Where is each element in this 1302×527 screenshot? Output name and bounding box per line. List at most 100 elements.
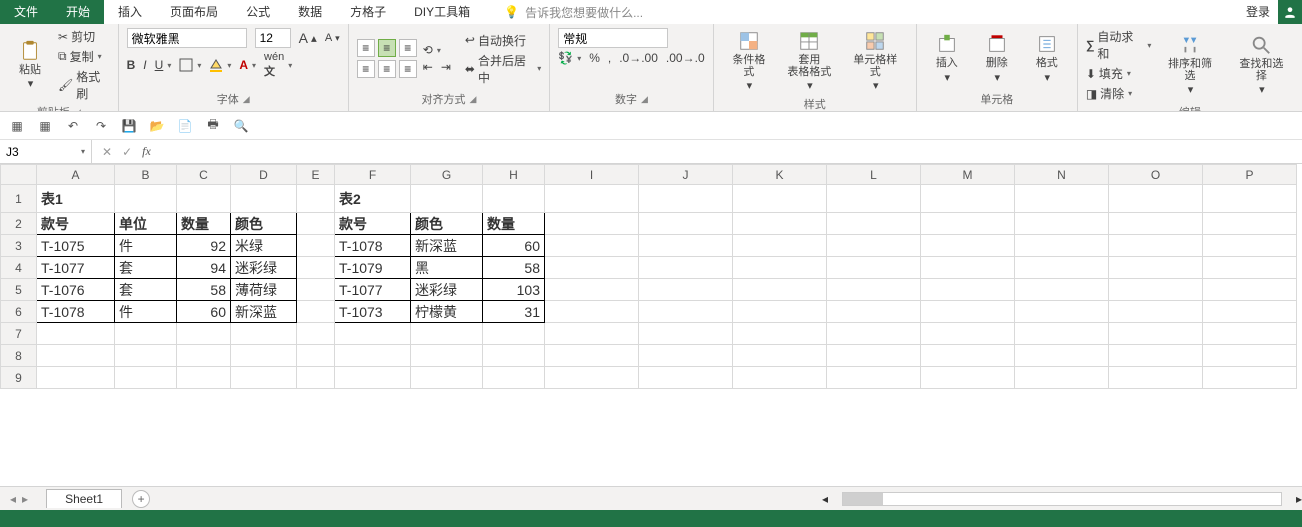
cell-F9[interactable] xyxy=(335,367,411,389)
cell-G4[interactable]: 黑 xyxy=(411,257,483,279)
cell-A8[interactable] xyxy=(37,345,115,367)
cell-I6[interactable] xyxy=(545,301,639,323)
cell-I8[interactable] xyxy=(545,345,639,367)
qat-preview-button[interactable]: 🔍 xyxy=(232,117,250,135)
format-painter-button[interactable]: 🖌格式刷 xyxy=(58,68,110,102)
cell-B6[interactable]: 件 xyxy=(115,301,177,323)
cell-J8[interactable] xyxy=(639,345,733,367)
cell-I9[interactable] xyxy=(545,367,639,389)
scroll-left-icon[interactable]: ◂ xyxy=(822,492,828,506)
decrease-decimal-button[interactable]: .00→.0 xyxy=(666,51,705,65)
cell-C5[interactable]: 58 xyxy=(177,279,231,301)
format-as-table-button[interactable]: 套用 表格格式▾ xyxy=(782,28,837,94)
cell-K9[interactable] xyxy=(733,367,827,389)
delete-cells-button[interactable]: 删除▾ xyxy=(975,31,1019,85)
col-header-E[interactable]: E xyxy=(297,165,335,185)
row-header-6[interactable]: 6 xyxy=(1,301,37,323)
cell-H4[interactable]: 58 xyxy=(483,257,545,279)
col-header-I[interactable]: I xyxy=(545,165,639,185)
col-header-D[interactable]: D xyxy=(231,165,297,185)
worksheet-grid[interactable]: ABCDEFGHIJKLMNOP1表1表22款号单位数量颜色款号颜色数量3T-1… xyxy=(0,164,1302,486)
tab-nav-last-icon[interactable]: ▸ xyxy=(22,492,28,506)
cell-A5[interactable]: T-1076 xyxy=(37,279,115,301)
cell-F5[interactable]: T-1077 xyxy=(335,279,411,301)
cell-L6[interactable] xyxy=(827,301,921,323)
col-header-J[interactable]: J xyxy=(639,165,733,185)
cell-K1[interactable] xyxy=(733,185,827,213)
cell-O8[interactable] xyxy=(1109,345,1203,367)
cell-B7[interactable] xyxy=(115,323,177,345)
cell-B9[interactable] xyxy=(115,367,177,389)
cell-D1[interactable] xyxy=(231,185,297,213)
sheet-tab-active[interactable]: Sheet1 xyxy=(46,489,122,508)
cell-J7[interactable] xyxy=(639,323,733,345)
cell-L2[interactable] xyxy=(827,213,921,235)
cell-F8[interactable] xyxy=(335,345,411,367)
col-header-M[interactable]: M xyxy=(921,165,1015,185)
paste-button[interactable]: 粘贴▾ xyxy=(8,38,52,92)
cell-L7[interactable] xyxy=(827,323,921,345)
cell-M6[interactable] xyxy=(921,301,1015,323)
cell-J9[interactable] xyxy=(639,367,733,389)
border-button[interactable]: ▾ xyxy=(179,58,201,72)
cell-E5[interactable] xyxy=(297,279,335,301)
cell-I1[interactable] xyxy=(545,185,639,213)
cell-A3[interactable]: T-1075 xyxy=(37,235,115,257)
cell-L8[interactable] xyxy=(827,345,921,367)
cell-J2[interactable] xyxy=(639,213,733,235)
cell-M1[interactable] xyxy=(921,185,1015,213)
row-header-9[interactable]: 9 xyxy=(1,367,37,389)
cell-D4[interactable]: 迷彩绿 xyxy=(231,257,297,279)
cell-F7[interactable] xyxy=(335,323,411,345)
cell-E6[interactable] xyxy=(297,301,335,323)
cell-K6[interactable] xyxy=(733,301,827,323)
cell-D2[interactable]: 颜色 xyxy=(231,213,297,235)
user-avatar-icon[interactable] xyxy=(1278,0,1302,24)
cell-O9[interactable] xyxy=(1109,367,1203,389)
formula-input[interactable] xyxy=(161,140,1302,163)
font-name-select[interactable] xyxy=(127,28,247,48)
percent-button[interactable]: % xyxy=(589,51,600,65)
fill-button[interactable]: ⬇填充▾ xyxy=(1086,65,1152,82)
fx-icon[interactable]: fx xyxy=(142,144,151,159)
cell-N7[interactable] xyxy=(1015,323,1109,345)
cell-L4[interactable] xyxy=(827,257,921,279)
cell-F4[interactable]: T-1079 xyxy=(335,257,411,279)
add-sheet-button[interactable]: + xyxy=(132,490,150,508)
cell-N8[interactable] xyxy=(1015,345,1109,367)
cell-B1[interactable] xyxy=(115,185,177,213)
cell-E9[interactable] xyxy=(297,367,335,389)
cell-O6[interactable] xyxy=(1109,301,1203,323)
cell-N2[interactable] xyxy=(1015,213,1109,235)
wrap-text-button[interactable]: ↩自动换行 xyxy=(465,32,541,49)
tab-4[interactable]: 数据 xyxy=(284,0,336,24)
name-box[interactable]: ▾ xyxy=(0,140,92,163)
cell-L9[interactable] xyxy=(827,367,921,389)
cell-O7[interactable] xyxy=(1109,323,1203,345)
cell-N6[interactable] xyxy=(1015,301,1109,323)
tab-nav-first-icon[interactable]: ◂ xyxy=(10,492,16,506)
font-color-button[interactable]: A▾ xyxy=(239,58,256,72)
col-header-H[interactable]: H xyxy=(483,165,545,185)
qat-undo-button[interactable]: ↶ xyxy=(64,117,82,135)
clear-button[interactable]: ◨清除▾ xyxy=(1086,85,1152,102)
col-header-C[interactable]: C xyxy=(177,165,231,185)
cell-B5[interactable]: 套 xyxy=(115,279,177,301)
cell-D3[interactable]: 米绿 xyxy=(231,235,297,257)
col-header-L[interactable]: L xyxy=(827,165,921,185)
cell-J1[interactable] xyxy=(639,185,733,213)
cell-I4[interactable] xyxy=(545,257,639,279)
cell-C2[interactable]: 数量 xyxy=(177,213,231,235)
horizontal-scrollbar[interactable]: ◂ ▸ xyxy=(822,487,1302,510)
alignment-grid[interactable]: ≡≡≡ ≡≡≡ xyxy=(357,39,417,78)
cell-B2[interactable]: 单位 xyxy=(115,213,177,235)
col-header-O[interactable]: O xyxy=(1109,165,1203,185)
row-header-3[interactable]: 3 xyxy=(1,235,37,257)
cell-E7[interactable] xyxy=(297,323,335,345)
dialog-launcher-icon[interactable]: ◢ xyxy=(243,94,250,105)
cell-E1[interactable] xyxy=(297,185,335,213)
cell-K4[interactable] xyxy=(733,257,827,279)
col-header-N[interactable]: N xyxy=(1015,165,1109,185)
cell-I5[interactable] xyxy=(545,279,639,301)
cell-A1[interactable]: 表1 xyxy=(37,185,115,213)
